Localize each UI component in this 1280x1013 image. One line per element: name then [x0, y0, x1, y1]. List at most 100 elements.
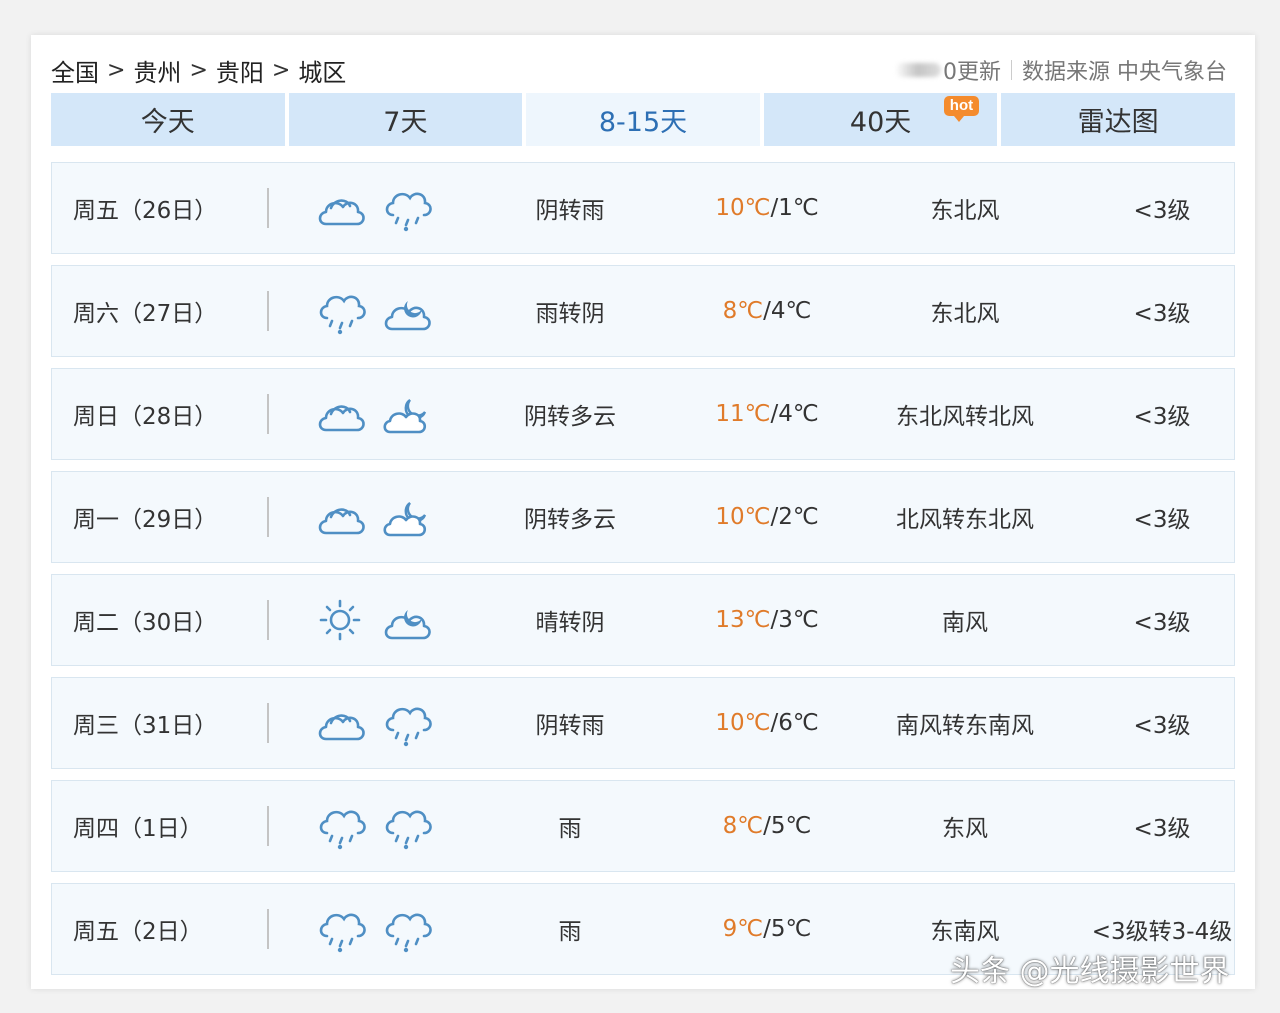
wind-level: <3级 — [1133, 610, 1191, 636]
divider — [267, 291, 269, 331]
forecast-row: 周三（31日） 阴转雨 10℃/6℃ 南风转东南风 <3级 — [51, 677, 1235, 769]
divider — [267, 394, 269, 434]
forecast-date: 周一（29日） — [73, 507, 218, 533]
forecast-tabs: 今天 7天 8-15天 40天 hot 雷达图 — [51, 93, 1235, 146]
temp-high: 13℃ — [715, 607, 771, 633]
temp-low: 6℃ — [778, 710, 819, 736]
tab-7-days[interactable]: 7天 — [288, 93, 523, 146]
weather-icons — [314, 287, 432, 335]
breadcrumb-separator: > — [107, 57, 126, 83]
forecast-date: 周五（26日） — [73, 198, 218, 224]
tab-label: 雷达图 — [1077, 107, 1159, 138]
blurred-time — [895, 63, 941, 77]
temp-low: 3℃ — [778, 607, 819, 633]
weather-icons — [314, 802, 432, 850]
partly-cloudy-night-icon — [380, 493, 432, 541]
divider — [267, 600, 269, 640]
hot-badge: hot — [943, 96, 980, 122]
wind-direction: 东风 — [942, 816, 988, 842]
weather-desc: 阴转多云 — [524, 404, 616, 430]
breadcrumb-district[interactable]: 城区 — [298, 53, 346, 88]
tab-label: 8-15天 — [598, 107, 688, 138]
tab-40-days[interactable]: 40天 hot — [763, 93, 998, 146]
sunny-icon — [314, 596, 366, 644]
weather-card: 全国 > 贵州 > 贵阳 > 城区 0更新 数据来源 中央气象台 今天 7天 8… — [31, 35, 1255, 989]
forecast-row: 周二（30日） 晴转阴 13℃/3℃ 南风 <3级 — [51, 574, 1235, 666]
tab-radar[interactable]: 雷达图 — [1001, 93, 1235, 146]
weather-desc: 阴转雨 — [535, 713, 605, 739]
temperature: 10℃/1℃ — [715, 195, 819, 221]
temp-low: 1℃ — [778, 195, 819, 221]
temperature: 13℃/3℃ — [715, 607, 819, 633]
wind-level: <3级 — [1133, 404, 1191, 430]
tab-label: 今天 — [140, 107, 195, 138]
forecast-row: 周四（1日） 雨 8℃/5℃ 东风 <3级 — [51, 780, 1235, 872]
breadcrumb-separator: > — [189, 57, 208, 83]
wind-level: <3级 — [1133, 713, 1191, 739]
temp-low: 4℃ — [778, 401, 819, 427]
partly-cloudy-night-icon — [380, 390, 432, 438]
temp-high: 10℃ — [715, 710, 771, 736]
divider — [267, 703, 269, 743]
meta-divider — [1011, 60, 1012, 80]
forecast-row: 周五（26日） 阴转雨 10℃/1℃ 东北风 <3级 — [51, 162, 1235, 254]
forecast-list: 周五（26日） 阴转雨 10℃/1℃ 东北风 <3级 周六（27日） 雨转阴 8… — [51, 162, 1235, 986]
temperature: 10℃/6℃ — [715, 710, 819, 736]
temperature: 8℃/4℃ — [722, 298, 812, 324]
temperature: 9℃/5℃ — [722, 916, 812, 942]
temp-low: 4℃ — [770, 298, 812, 324]
temp-high: 8℃ — [722, 813, 764, 839]
forecast-date: 周六（27日） — [73, 301, 218, 327]
breadcrumb-province[interactable]: 贵州 — [133, 53, 181, 88]
wind-level: <3级 — [1133, 816, 1191, 842]
weather-icons — [314, 184, 432, 232]
wind-direction: 北风转东北风 — [896, 507, 1034, 533]
cloudy-night-icon — [380, 596, 432, 644]
wind-direction: 东北风 — [930, 198, 1000, 224]
temp-high: 10℃ — [715, 195, 771, 221]
top-bar: 全国 > 贵州 > 贵阳 > 城区 0更新 数据来源 中央气象台 — [51, 53, 1227, 87]
rain-icon — [314, 287, 366, 335]
weather-icons — [314, 493, 432, 541]
weather-desc: 阴转多云 — [524, 507, 616, 533]
rain-icon — [380, 184, 432, 232]
update-info: 0更新 数据来源 中央气象台 — [895, 54, 1227, 86]
cloudy-night-icon — [380, 287, 432, 335]
tab-today[interactable]: 今天 — [51, 93, 285, 146]
wind-level: <3级 — [1133, 301, 1191, 327]
forecast-row: 周一（29日） 阴转多云 10℃/2℃ 北风转东北风 <3级 — [51, 471, 1235, 563]
temperature: 8℃/5℃ — [722, 813, 812, 839]
weather-icons — [314, 390, 432, 438]
breadcrumb: 全国 > 贵州 > 贵阳 > 城区 — [51, 53, 346, 88]
tab-label: 40天 — [849, 107, 912, 138]
rain-icon — [380, 802, 432, 850]
wind-direction: 南风转东南风 — [896, 713, 1034, 739]
breadcrumb-city[interactable]: 贵阳 — [216, 53, 264, 88]
temp-high: 9℃ — [722, 916, 764, 942]
tab-label: 7天 — [383, 107, 428, 138]
cloudy-icon — [314, 390, 366, 438]
wind-level: <3级转3-4级 — [1091, 919, 1233, 945]
update-text: 0更新 — [943, 60, 1001, 85]
divider — [267, 806, 269, 846]
weather-icons — [314, 596, 432, 644]
forecast-row: 周六（27日） 雨转阴 8℃/4℃ 东北风 <3级 — [51, 265, 1235, 357]
wind-direction: 南风 — [942, 610, 988, 636]
temperature: 10℃/2℃ — [715, 504, 819, 530]
watermark: 头条 @光线摄影世界 — [950, 954, 1230, 989]
rain-icon — [380, 699, 432, 747]
cloudy-icon — [314, 184, 366, 232]
forecast-date: 周五（2日） — [73, 919, 203, 945]
breadcrumb-national[interactable]: 全国 — [51, 53, 99, 88]
rain-icon — [314, 905, 366, 953]
temp-low: 2℃ — [778, 504, 819, 530]
forecast-row: 周日（28日） 阴转多云 11℃/4℃ 东北风转北风 <3级 — [51, 368, 1235, 460]
divider — [267, 909, 269, 949]
temperature: 11℃/4℃ — [715, 401, 819, 427]
forecast-date: 周四（1日） — [73, 816, 203, 842]
wind-direction: 东北风 — [930, 301, 1000, 327]
tab-8-15-days[interactable]: 8-15天 — [526, 93, 760, 146]
wind-level: <3级 — [1133, 198, 1191, 224]
weather-desc: 晴转阴 — [535, 610, 605, 636]
wind-direction: 东北风转北风 — [896, 404, 1034, 430]
